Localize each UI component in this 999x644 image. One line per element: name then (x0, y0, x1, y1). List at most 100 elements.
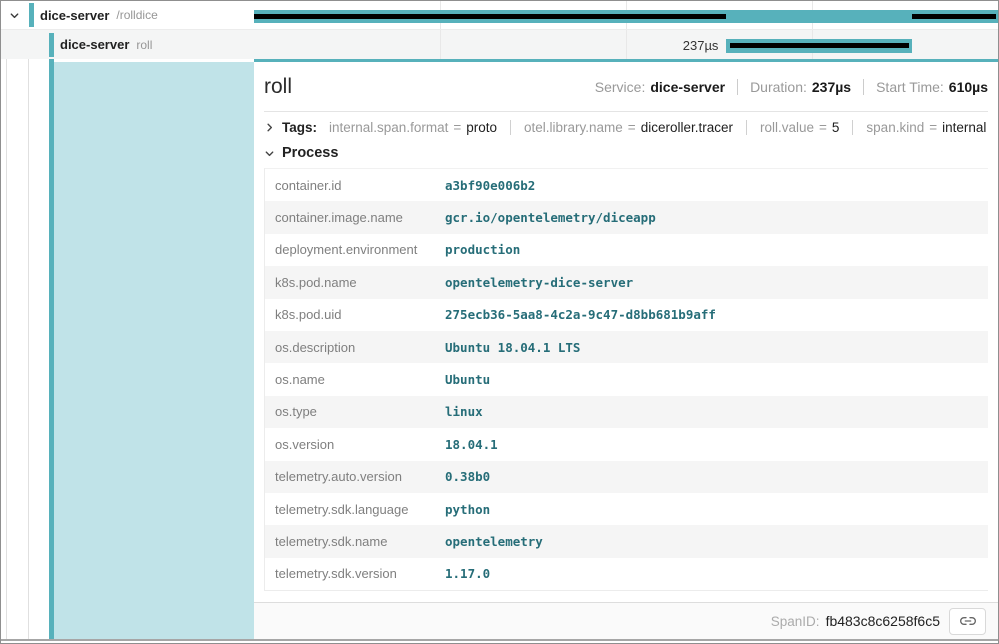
tags-label: Tags: (282, 120, 317, 135)
span-row-roll[interactable]: dice-server roll 237µs (1, 30, 998, 59)
span-summary: Service: dice-server Duration: 237µs Sta… (595, 79, 988, 95)
tag-key: internal.span.format (329, 120, 448, 135)
process-label: Process (282, 145, 338, 161)
summary-value: dice-server (650, 79, 725, 95)
table-row: os.name Ubuntu (265, 363, 988, 395)
summary-item: Service: dice-server (595, 79, 725, 95)
tags-section-toggle[interactable]: Tags: internal.span.format = proto otel.… (254, 112, 998, 140)
table-row: os.version 18.04.1 (265, 428, 988, 460)
tag-equals: = (628, 120, 636, 135)
span-title: roll (264, 73, 292, 101)
summary-label: Start Time: (876, 79, 944, 95)
span-tree-cell-roll[interactable]: dice-server roll (1, 30, 254, 59)
tag-key: roll.value (760, 120, 814, 135)
span-detail-panel: roll Service: dice-server Duration: 237µ… (254, 59, 998, 639)
indent-guide (28, 59, 29, 639)
process-section-toggle[interactable]: Process (254, 140, 998, 165)
service-color-bar (29, 3, 34, 27)
selected-span-highlight (54, 62, 254, 639)
attribute-value: python (445, 502, 490, 517)
jaeger-trace-view: dice-server /rolldice dice-server roll (0, 0, 999, 644)
attribute-value: opentelemetry (445, 534, 543, 549)
attribute-value: gcr.io/opentelemetry/diceapp (445, 210, 656, 225)
attribute-value: 1.17.0 (445, 566, 490, 581)
chevron-right-icon[interactable] (264, 122, 275, 133)
span-bar-cell-roll[interactable]: 237µs (254, 30, 998, 59)
span-detail-region: roll Service: dice-server Duration: 237µ… (1, 59, 998, 639)
summary-label: Duration: (750, 79, 807, 95)
attribute-key: telemetry.sdk.version (265, 566, 445, 581)
span-bar-self-time-segment (730, 43, 908, 48)
span-bar-self-time-segment (254, 14, 726, 19)
span-duration-label: 237µs (254, 38, 718, 53)
attribute-value: linux (445, 404, 483, 419)
spanid-label: SpanID: (771, 614, 820, 629)
table-row: deployment.environment production (265, 234, 988, 266)
table-row: container.id a3bf90e006b2 (265, 169, 988, 201)
attribute-key: os.description (265, 340, 445, 355)
tag-item: roll.value = 5 (746, 120, 839, 135)
span-bar-self-time-segment (912, 14, 996, 19)
tag-item: span.kind = internal (852, 120, 986, 135)
attribute-value: 18.04.1 (445, 437, 498, 452)
tag-equals: = (819, 120, 827, 135)
indent-guide (6, 59, 7, 639)
tag-equals: = (453, 120, 461, 135)
attribute-value: 275ecb36-5aa8-4c2a-9c47-d8bb681b9aff (445, 307, 716, 322)
operation-name: /rolldice (116, 8, 157, 22)
attribute-value: a3bf90e006b2 (445, 178, 535, 193)
attribute-key: k8s.pod.uid (265, 307, 445, 322)
attribute-value: 0.38b0 (445, 469, 490, 484)
attribute-key: os.type (265, 404, 445, 419)
trace-timeline-panel: dice-server /rolldice dice-server roll (1, 1, 998, 641)
operation-name: roll (136, 38, 152, 52)
summary-label: Service: (595, 79, 646, 95)
attribute-key: container.id (265, 178, 445, 193)
attribute-key: telemetry.auto.version (265, 469, 445, 484)
table-row: os.description Ubuntu 18.04.1 LTS (265, 331, 988, 363)
attribute-value: opentelemetry-dice-server (445, 275, 633, 290)
span-detail-header: roll Service: dice-server Duration: 237µ… (264, 73, 988, 101)
summary-item: Start Time: 610µs (863, 79, 988, 95)
tag-value: diceroller.tracer (641, 120, 733, 135)
table-row: k8s.pod.name opentelemetry-dice-server (265, 266, 988, 298)
table-row: os.type linux (265, 396, 988, 428)
tag-value: proto (466, 120, 497, 135)
spanid-value: fb483c8c6258f6c5 (826, 613, 940, 629)
attribute-value: Ubuntu 18.04.1 LTS (445, 340, 580, 355)
attribute-key: os.name (265, 372, 445, 387)
summary-value: 610µs (949, 79, 988, 95)
chevron-down-icon[interactable] (9, 10, 20, 21)
span-tree-cell-rolldice[interactable]: dice-server /rolldice (1, 1, 254, 29)
attribute-value: Ubuntu (445, 372, 490, 387)
attribute-key: telemetry.sdk.language (265, 502, 445, 517)
summary-item: Duration: 237µs (737, 79, 851, 95)
table-row: container.image.name gcr.io/opentelemetr… (265, 201, 988, 233)
service-name: dice-server (60, 37, 129, 52)
tag-item: internal.span.format = proto (329, 120, 497, 135)
attribute-value: production (445, 242, 520, 257)
tag-key: span.kind (866, 120, 924, 135)
tag-item: otel.library.name = diceroller.tracer (510, 120, 733, 135)
detail-spacer (254, 591, 998, 602)
table-row: telemetry.sdk.version 1.17.0 (265, 558, 988, 590)
span-row-rolldice[interactable]: dice-server /rolldice (1, 1, 998, 30)
tag-value: internal (942, 120, 986, 135)
span-tree-gutter (1, 59, 254, 639)
attribute-key: telemetry.sdk.name (265, 534, 445, 549)
table-row: telemetry.sdk.language python (265, 493, 988, 525)
summary-value: 237µs (812, 79, 851, 95)
attribute-key: deployment.environment (265, 242, 445, 257)
span-bar-roll[interactable] (726, 39, 911, 53)
table-row: telemetry.sdk.name opentelemetry (265, 525, 988, 557)
tag-value: 5 (832, 120, 840, 135)
table-row: k8s.pod.uid 275ecb36-5aa8-4c2a-9c47-d8bb… (265, 299, 988, 331)
link-icon (960, 613, 976, 629)
service-color-bar (49, 33, 54, 57)
process-attributes-table: container.id a3bf90e006b2 container.imag… (264, 168, 988, 591)
attribute-key: os.version (265, 437, 445, 452)
span-bar-cell-rolldice[interactable] (254, 1, 998, 29)
deep-link-button[interactable] (949, 608, 986, 635)
span-detail-footer: SpanID: fb483c8c6258f6c5 (254, 602, 998, 639)
chevron-down-icon[interactable] (264, 148, 275, 159)
